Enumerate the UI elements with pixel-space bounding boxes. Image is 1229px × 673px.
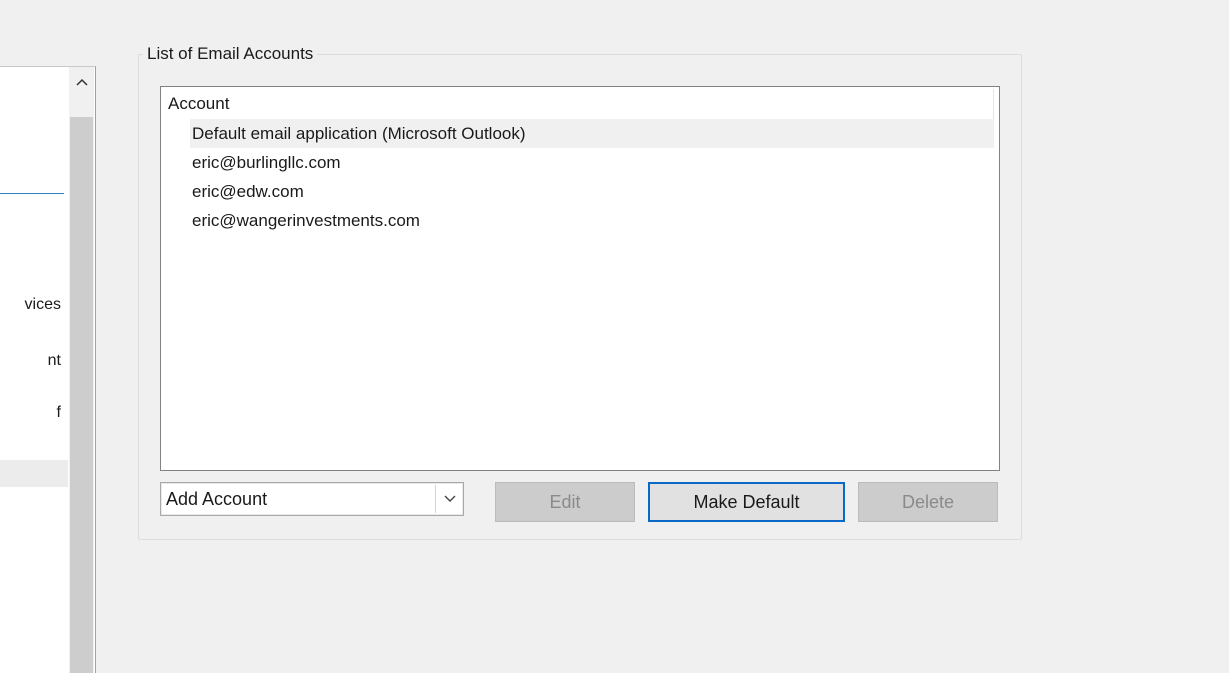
column-header-account[interactable]: Account	[168, 94, 229, 114]
nav-scrollbar[interactable]	[69, 67, 94, 673]
column-divider	[993, 89, 994, 119]
chevron-up-icon	[75, 78, 88, 86]
email-accounts-dialog: vices nt f List of Email Accounts Accoun…	[0, 0, 1229, 673]
delete-button[interactable]: Delete	[858, 482, 998, 522]
chevron-down-icon	[444, 495, 455, 502]
nav-item-highlighted[interactable]	[0, 460, 68, 487]
nav-item-services[interactable]: vices	[25, 296, 61, 314]
dropdown-button[interactable]	[436, 483, 463, 515]
list-item[interactable]: Default email application (Microsoft Out…	[190, 119, 994, 148]
nav-selection-underline	[0, 193, 64, 194]
group-title: List of Email Accounts	[143, 44, 318, 64]
list-item[interactable]: eric@edw.com	[190, 177, 994, 206]
add-account-dropdown[interactable]: Add Account	[160, 482, 464, 516]
scroll-thumb[interactable]	[70, 117, 93, 673]
nav-item-other[interactable]: f	[57, 404, 61, 422]
settings-navigation-pane: vices nt f	[0, 66, 96, 673]
account-list[interactable]: Account Default email application (Micro…	[160, 86, 1000, 471]
list-item[interactable]: eric@burlingllc.com	[190, 148, 994, 177]
nav-item-account[interactable]: nt	[48, 352, 61, 370]
list-item[interactable]: eric@wangerinvestments.com	[190, 206, 994, 235]
scroll-up-button[interactable]	[69, 67, 94, 97]
add-account-label: Add Account	[166, 489, 268, 509]
edit-button[interactable]: Edit	[495, 482, 635, 522]
make-default-button[interactable]: Make Default	[648, 482, 845, 522]
